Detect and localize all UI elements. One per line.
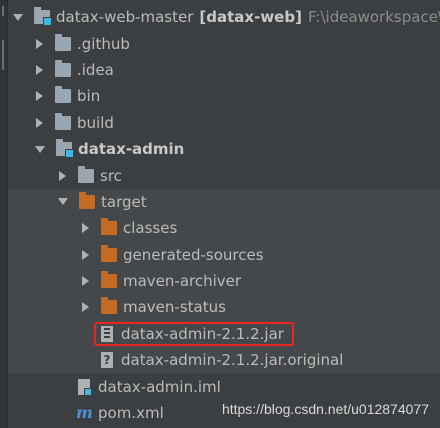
node-label: generated-sources xyxy=(123,245,264,264)
node-label: .github xyxy=(77,34,130,53)
collapsed-arrow-icon[interactable] xyxy=(36,91,43,102)
tree-node-target[interactable]: target xyxy=(8,188,440,216)
collapsed-arrow-icon[interactable] xyxy=(82,276,89,287)
node-label: .idea xyxy=(77,60,114,79)
watermark: https://blog.csdn.net/u012874077 xyxy=(221,401,429,417)
node-label: maven-status xyxy=(123,298,226,317)
expand-arrow-icon[interactable] xyxy=(13,13,23,21)
tree-node-root[interactable]: datax-web-master [datax-web] F:\ideawork… xyxy=(8,4,440,30)
node-label: datax-admin-2.1.2.jar.original xyxy=(121,351,344,370)
jar-file-icon xyxy=(101,325,113,342)
tree-node-iml[interactable]: datax-admin.iml xyxy=(8,373,440,399)
tree-node-idea[interactable]: .idea xyxy=(8,57,440,83)
node-label: maven-archiver xyxy=(123,272,242,291)
tree-node-github[interactable]: .github xyxy=(8,30,440,56)
tree-node-jar[interactable]: datax-admin-2.1.2.jar xyxy=(8,320,440,348)
root-path: F:\ideaworkspace\d xyxy=(307,8,440,27)
collapsed-arrow-icon[interactable] xyxy=(36,64,43,75)
expand-arrow-icon[interactable] xyxy=(58,198,68,206)
tree-node-generated-sources[interactable]: generated-sources xyxy=(8,241,440,268)
node-label: datax-admin.iml xyxy=(98,377,221,396)
collapsed-arrow-icon[interactable] xyxy=(82,223,89,234)
excluded-folder-icon xyxy=(101,218,117,236)
folder-icon xyxy=(78,165,94,183)
node-label: datax-admin xyxy=(78,140,185,159)
node-label: src xyxy=(100,166,122,185)
tree-node-bin[interactable]: bin xyxy=(8,83,440,109)
collapsed-arrow-icon[interactable] xyxy=(36,117,43,128)
folder-icon xyxy=(55,33,71,51)
expand-arrow-icon[interactable] xyxy=(35,145,45,153)
excluded-folder-icon xyxy=(79,191,95,209)
excluded-folder-icon xyxy=(101,244,117,262)
node-label: classes xyxy=(123,219,178,238)
excluded-folder-icon xyxy=(101,271,117,289)
tree-node-datax-admin[interactable]: datax-admin xyxy=(8,136,440,162)
left-gutter xyxy=(0,0,8,428)
maven-icon: m xyxy=(76,403,93,423)
gutter-marker xyxy=(2,6,4,16)
module-folder-icon xyxy=(34,7,52,27)
gutter-marker xyxy=(2,40,4,70)
module-folder-icon xyxy=(56,139,74,159)
collapsed-arrow-icon[interactable] xyxy=(36,38,43,49)
node-label: target xyxy=(101,192,147,211)
folder-icon xyxy=(55,86,71,104)
node-label: build xyxy=(77,113,114,132)
unknown-file-icon: ? xyxy=(101,352,113,369)
collapsed-arrow-icon[interactable] xyxy=(59,170,66,181)
tree-node-jar-original[interactable]: ? datax-admin-2.1.2.jar.original xyxy=(8,347,440,374)
root-name: datax-web-master xyxy=(56,8,194,27)
folder-icon xyxy=(55,59,71,77)
tree-node-maven-archiver[interactable]: maven-archiver xyxy=(8,267,440,295)
node-label: datax-admin-2.1.2.jar xyxy=(121,324,284,343)
root-module-name: [datax-web] xyxy=(199,8,302,27)
tree-node-classes[interactable]: classes xyxy=(8,215,440,242)
tree-node-build[interactable]: build xyxy=(8,110,440,136)
node-label: pom.xml xyxy=(98,404,164,423)
project-tree: datax-web-master [datax-web] F:\ideawork… xyxy=(8,4,440,426)
iml-file-icon xyxy=(78,378,92,396)
collapsed-arrow-icon[interactable] xyxy=(82,249,89,260)
excluded-folder-icon xyxy=(101,297,117,315)
folder-icon xyxy=(55,112,71,130)
tree-node-maven-status[interactable]: maven-status xyxy=(8,294,440,321)
node-label: bin xyxy=(77,87,101,106)
collapsed-arrow-icon[interactable] xyxy=(82,302,89,313)
tree-node-src[interactable]: src xyxy=(8,162,440,188)
